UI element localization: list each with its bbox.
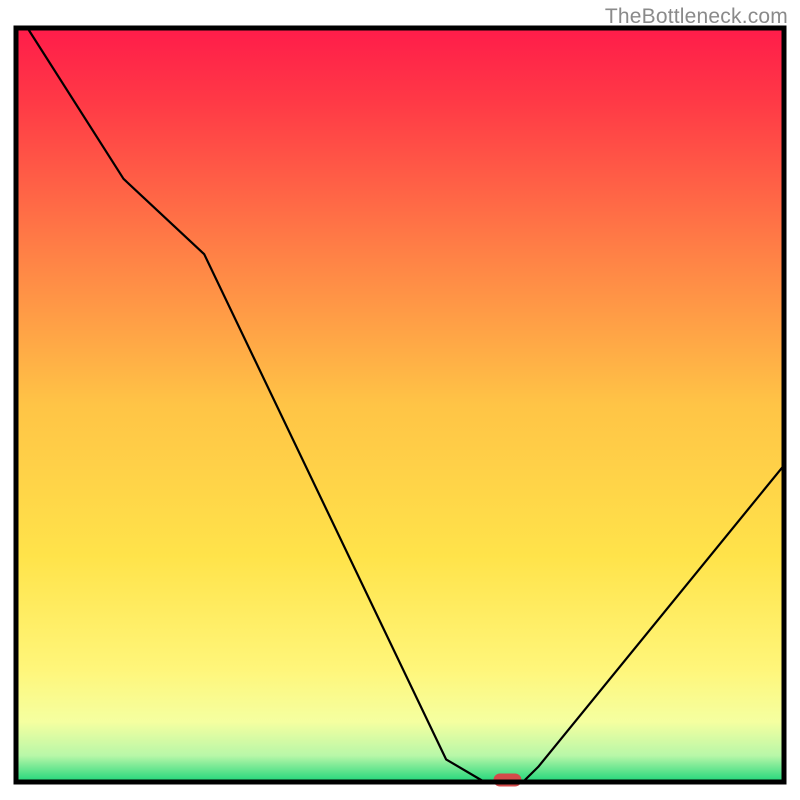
chart-svg (0, 0, 800, 800)
plot-gradient (16, 28, 784, 782)
watermark-label: TheBottleneck.com (605, 5, 788, 29)
bottleneck-chart: TheBottleneck.com (0, 0, 800, 800)
